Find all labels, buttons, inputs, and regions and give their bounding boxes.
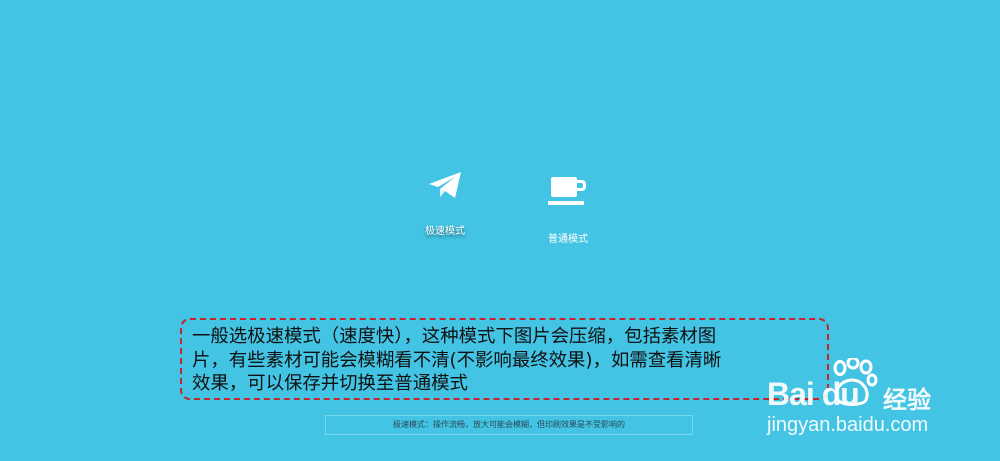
annotation-line-3: 效果，可以保存并切换至普通模式 [192, 373, 468, 394]
normal-mode-label: 普通模式 [548, 234, 588, 245]
baidu-jingyan-watermark: Bai du 经验 jingyan.baidu.com [767, 358, 967, 438]
annotation-box: 一般选极速模式（速度快），这种模式下图片会压缩，包括素材图 片，有些素材可能会模… [180, 318, 829, 400]
mode-info-bar: 极速模式：操作流畅，放大可能会模糊，但印刷效果是不受影响的 [325, 415, 693, 435]
baidu-logo-text: Bai du [767, 376, 860, 412]
fast-mode-option[interactable]: 极速模式 [400, 170, 490, 238]
paper-plane-icon [429, 172, 461, 198]
mode-info-text: 极速模式：操作流畅，放大可能会模糊，但印刷效果是不受影响的 [393, 420, 625, 429]
normal-mode-option[interactable]: 普通模式 [523, 170, 613, 246]
jingyan-logo-text: 经验 [883, 386, 931, 414]
coffee-cup-icon [548, 177, 586, 205]
annotation-line-1: 一般选极速模式（速度快），这种模式下图片会压缩，包括素材图 [192, 326, 717, 347]
fast-mode-label: 极速模式 [425, 226, 465, 237]
jingyan-url: jingyan.baidu.com [767, 414, 929, 436]
annotation-line-2: 片，有些素材可能会模糊看不清(不影响最终效果)，如需查看清晰 [192, 349, 722, 371]
